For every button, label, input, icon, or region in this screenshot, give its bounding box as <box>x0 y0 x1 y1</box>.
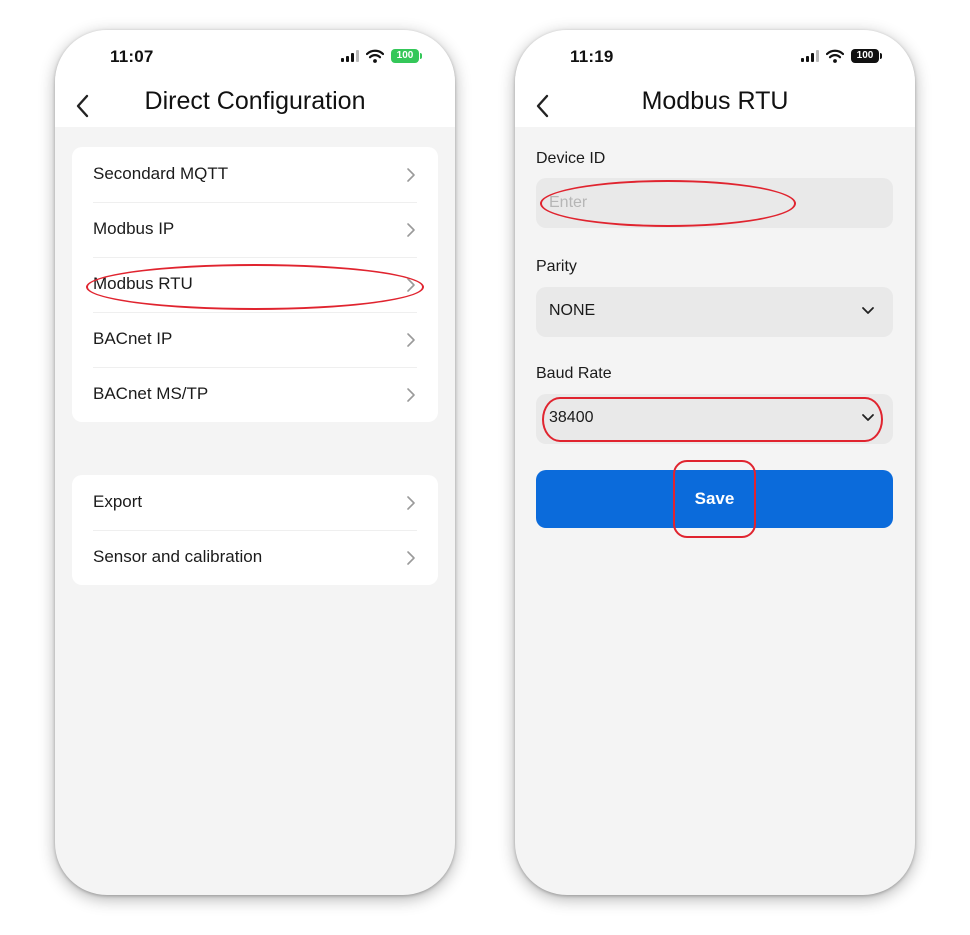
wifi-icon <box>826 49 844 63</box>
page-title: Direct Configuration <box>144 87 366 115</box>
parity-value: NONE <box>549 302 596 319</box>
config-list-protocols: Secondard MQTT Modbus IP Modbus RTU BACn… <box>72 147 438 422</box>
chevron-right-icon <box>407 551 415 565</box>
status-icons: 100 <box>801 49 882 63</box>
menu-item-label: BACnet MS/TP <box>93 384 209 403</box>
status-icons: 100 <box>341 49 422 63</box>
signal-icon <box>341 50 359 62</box>
wifi-icon <box>366 49 384 63</box>
menu-item-modbus-ip[interactable]: Modbus IP <box>72 202 438 257</box>
menu-item-label: Secondard MQTT <box>93 164 229 183</box>
battery-icon: 100 <box>851 49 882 63</box>
config-list-tools: Export Sensor and calibration <box>72 475 438 585</box>
phone-direct-configuration: 11:07 100 Direct Configuration Secondard… <box>55 30 455 895</box>
nav-bar: Modbus RTU <box>515 85 915 127</box>
chevron-right-icon <box>407 333 415 347</box>
status-bar: 11:19 100 <box>515 30 915 85</box>
status-time: 11:07 <box>110 47 154 66</box>
menu-item-secondard-mqtt[interactable]: Secondard MQTT <box>72 147 438 202</box>
save-button[interactable]: Save <box>536 470 893 528</box>
status-time: 11:19 <box>570 47 614 66</box>
parity-select[interactable]: NONE <box>536 287 893 337</box>
menu-item-label: BACnet IP <box>93 329 173 348</box>
menu-item-bacnet-ip[interactable]: BACnet IP <box>72 312 438 367</box>
chevron-right-icon <box>407 496 415 510</box>
menu-item-label: Modbus RTU <box>93 274 193 293</box>
chevron-right-icon <box>407 223 415 237</box>
menu-item-bacnet-mstp[interactable]: BACnet MS/TP <box>72 367 438 422</box>
menu-item-label: Export <box>93 492 143 511</box>
menu-item-sensor-calibration[interactable]: Sensor and calibration <box>72 530 438 585</box>
device-id-label: Device ID <box>536 150 606 167</box>
chevron-down-icon <box>862 307 874 314</box>
menu-item-modbus-rtu[interactable]: Modbus RTU <box>72 257 438 312</box>
chevron-right-icon <box>407 388 415 402</box>
menu-item-label: Modbus IP <box>93 219 175 238</box>
status-bar: 11:07 100 <box>55 30 455 85</box>
battery-icon: 100 <box>391 49 422 63</box>
menu-item-export[interactable]: Export <box>72 475 438 530</box>
menu-item-label: Sensor and calibration <box>93 547 263 566</box>
chevron-right-icon <box>407 168 415 182</box>
device-id-input[interactable] <box>536 178 893 228</box>
page-title: Modbus RTU <box>641 87 789 115</box>
baud-rate-select[interactable]: 38400 <box>536 394 893 444</box>
phone-modbus-rtu: 11:19 100 Modbus RTU Device ID Parity NO… <box>515 30 915 895</box>
chevron-down-icon <box>862 414 874 421</box>
parity-label: Parity <box>536 258 577 275</box>
chevron-right-icon <box>407 278 415 292</box>
baud-rate-value: 38400 <box>549 409 594 426</box>
signal-icon <box>801 50 819 62</box>
baud-rate-label: Baud Rate <box>536 365 612 382</box>
nav-bar: Direct Configuration <box>55 85 455 127</box>
